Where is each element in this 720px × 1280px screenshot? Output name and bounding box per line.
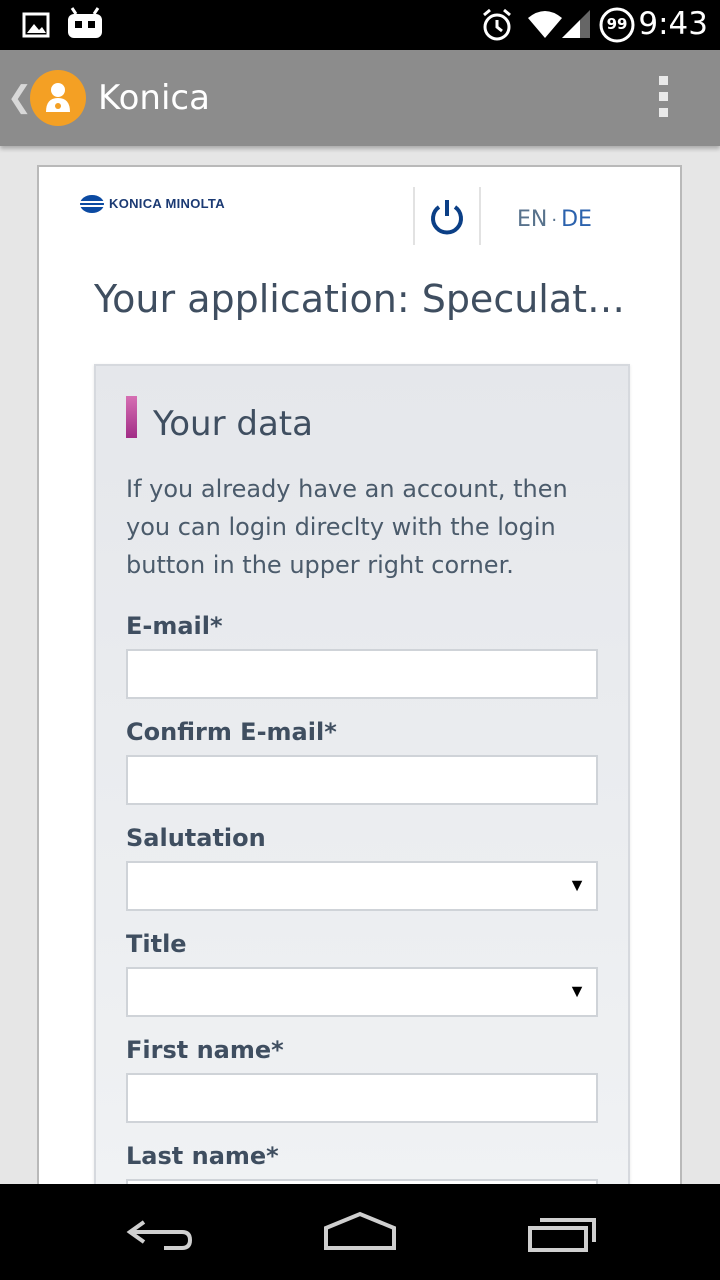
- chevron-down-icon: ▼: [568, 981, 586, 1001]
- form-description: If you already have an account, then you…: [126, 475, 568, 579]
- chevron-down-icon: ▼: [568, 875, 586, 895]
- first-name-label: First name*: [126, 1036, 284, 1064]
- wifi-icon: [528, 11, 562, 38]
- email-field[interactable]: [126, 649, 598, 699]
- first-name-field[interactable]: [126, 1073, 598, 1123]
- confirm-email-label: Confirm E-mail*: [126, 718, 337, 746]
- salutation-select[interactable]: ▼: [126, 861, 598, 911]
- home-icon[interactable]: [322, 1210, 398, 1254]
- action-bar: ❮ Konica: [0, 50, 720, 146]
- your-data-form: Your data If you already have an account…: [94, 364, 630, 1229]
- title-label: Title: [126, 930, 187, 958]
- lang-separator: ·: [551, 210, 558, 231]
- status-bar: 99 9:43: [0, 0, 720, 50]
- power-icon: [431, 200, 463, 235]
- language-switcher: EN · DE: [517, 207, 592, 232]
- title-select[interactable]: ▼: [126, 967, 598, 1017]
- lang-de-link[interactable]: DE: [561, 207, 592, 232]
- web-page: KONICA MINOLTA EN · DE Your application: S…: [37, 165, 682, 1229]
- app-title: Konica: [98, 78, 210, 118]
- lang-en-link[interactable]: EN: [517, 207, 547, 232]
- signal-icon: [562, 10, 590, 38]
- gallery-icon: [22, 12, 50, 38]
- battery-level: 99: [606, 15, 628, 33]
- confirm-email-field[interactable]: [126, 755, 598, 805]
- brand-name: KONICA MINOLTA: [109, 196, 225, 211]
- back-icon[interactable]: [124, 1214, 196, 1254]
- divider: [479, 187, 481, 245]
- recent-apps-icon[interactable]: [526, 1214, 598, 1254]
- page-title: Your application: Speculativ…: [94, 277, 634, 321]
- divider: [413, 187, 415, 245]
- back-chevron-icon[interactable]: ❮: [7, 80, 32, 115]
- heading-accent: [126, 396, 137, 438]
- form-heading: Your data: [153, 404, 313, 444]
- status-time: 9:43: [638, 6, 708, 42]
- overflow-menu-icon[interactable]: [655, 76, 671, 124]
- android-robot-icon: [68, 7, 102, 38]
- email-label: E-mail*: [126, 612, 223, 640]
- alarm-icon: [483, 8, 511, 41]
- app-avatar-icon[interactable]: [30, 70, 86, 126]
- login-button[interactable]: [427, 197, 467, 237]
- last-name-label: Last name*: [126, 1142, 279, 1170]
- konica-logo-icon: [80, 195, 104, 213]
- navigation-bar: [0, 1184, 720, 1280]
- salutation-label: Salutation: [126, 824, 266, 852]
